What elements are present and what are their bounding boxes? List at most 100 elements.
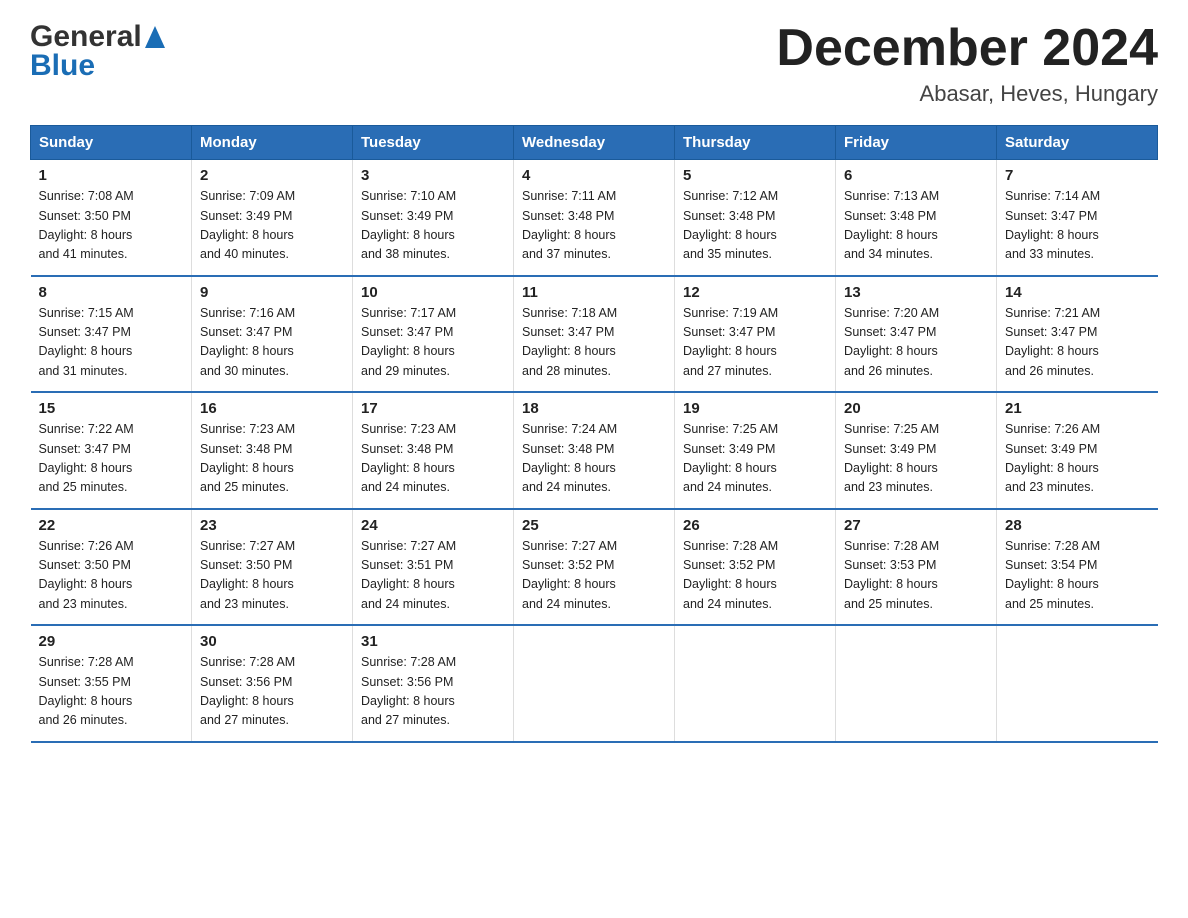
day-info: Sunrise: 7:15 AM Sunset: 3:47 PM Dayligh… <box>39 304 184 382</box>
day-info: Sunrise: 7:10 AM Sunset: 3:49 PM Dayligh… <box>361 187 505 265</box>
day-cell <box>675 625 836 742</box>
day-info: Sunrise: 7:25 AM Sunset: 3:49 PM Dayligh… <box>844 420 988 498</box>
day-number: 31 <box>361 633 505 650</box>
day-info: Sunrise: 7:16 AM Sunset: 3:47 PM Dayligh… <box>200 304 344 382</box>
day-cell: 22 Sunrise: 7:26 AM Sunset: 3:50 PM Dayl… <box>31 509 192 626</box>
day-info: Sunrise: 7:12 AM Sunset: 3:48 PM Dayligh… <box>683 187 827 265</box>
day-number: 26 <box>683 517 827 534</box>
day-info: Sunrise: 7:23 AM Sunset: 3:48 PM Dayligh… <box>200 420 344 498</box>
day-cell: 17 Sunrise: 7:23 AM Sunset: 3:48 PM Dayl… <box>353 392 514 509</box>
day-cell: 7 Sunrise: 7:14 AM Sunset: 3:47 PM Dayli… <box>997 160 1158 276</box>
day-number: 19 <box>683 400 827 417</box>
day-cell: 4 Sunrise: 7:11 AM Sunset: 3:48 PM Dayli… <box>514 160 675 276</box>
day-info: Sunrise: 7:24 AM Sunset: 3:48 PM Dayligh… <box>522 420 666 498</box>
day-cell: 31 Sunrise: 7:28 AM Sunset: 3:56 PM Dayl… <box>353 625 514 742</box>
week-row-4: 22 Sunrise: 7:26 AM Sunset: 3:50 PM Dayl… <box>31 509 1158 626</box>
day-info: Sunrise: 7:21 AM Sunset: 3:47 PM Dayligh… <box>1005 304 1150 382</box>
col-header-thursday: Thursday <box>675 126 836 160</box>
day-cell: 26 Sunrise: 7:28 AM Sunset: 3:52 PM Dayl… <box>675 509 836 626</box>
day-number: 17 <box>361 400 505 417</box>
day-number: 5 <box>683 167 827 184</box>
day-info: Sunrise: 7:28 AM Sunset: 3:56 PM Dayligh… <box>361 653 505 731</box>
day-cell: 13 Sunrise: 7:20 AM Sunset: 3:47 PM Dayl… <box>836 276 997 393</box>
day-cell: 30 Sunrise: 7:28 AM Sunset: 3:56 PM Dayl… <box>192 625 353 742</box>
day-cell: 12 Sunrise: 7:19 AM Sunset: 3:47 PM Dayl… <box>675 276 836 393</box>
logo-blue: Blue <box>30 49 165 82</box>
day-number: 15 <box>39 400 184 417</box>
col-header-tuesday: Tuesday <box>353 126 514 160</box>
day-number: 30 <box>200 633 344 650</box>
day-info: Sunrise: 7:25 AM Sunset: 3:49 PM Dayligh… <box>683 420 827 498</box>
calendar-table: SundayMondayTuesdayWednesdayThursdayFrid… <box>30 125 1158 743</box>
day-number: 21 <box>1005 400 1150 417</box>
col-header-sunday: Sunday <box>31 126 192 160</box>
day-info: Sunrise: 7:14 AM Sunset: 3:47 PM Dayligh… <box>1005 187 1150 265</box>
day-number: 6 <box>844 167 988 184</box>
day-cell <box>997 625 1158 742</box>
day-number: 22 <box>39 517 184 534</box>
day-info: Sunrise: 7:17 AM Sunset: 3:47 PM Dayligh… <box>361 304 505 382</box>
day-cell: 21 Sunrise: 7:26 AM Sunset: 3:49 PM Dayl… <box>997 392 1158 509</box>
week-row-3: 15 Sunrise: 7:22 AM Sunset: 3:47 PM Dayl… <box>31 392 1158 509</box>
column-headers: SundayMondayTuesdayWednesdayThursdayFrid… <box>31 126 1158 160</box>
day-number: 4 <box>522 167 666 184</box>
day-info: Sunrise: 7:28 AM Sunset: 3:53 PM Dayligh… <box>844 537 988 615</box>
week-row-5: 29 Sunrise: 7:28 AM Sunset: 3:55 PM Dayl… <box>31 625 1158 742</box>
day-info: Sunrise: 7:08 AM Sunset: 3:50 PM Dayligh… <box>39 187 184 265</box>
day-number: 1 <box>39 167 184 184</box>
day-number: 29 <box>39 633 184 650</box>
day-cell: 15 Sunrise: 7:22 AM Sunset: 3:47 PM Dayl… <box>31 392 192 509</box>
day-number: 10 <box>361 284 505 301</box>
day-info: Sunrise: 7:27 AM Sunset: 3:51 PM Dayligh… <box>361 537 505 615</box>
col-header-friday: Friday <box>836 126 997 160</box>
day-cell: 28 Sunrise: 7:28 AM Sunset: 3:54 PM Dayl… <box>997 509 1158 626</box>
day-number: 28 <box>1005 517 1150 534</box>
day-cell: 25 Sunrise: 7:27 AM Sunset: 3:52 PM Dayl… <box>514 509 675 626</box>
day-info: Sunrise: 7:27 AM Sunset: 3:50 PM Dayligh… <box>200 537 344 615</box>
day-info: Sunrise: 7:23 AM Sunset: 3:48 PM Dayligh… <box>361 420 505 498</box>
day-info: Sunrise: 7:20 AM Sunset: 3:47 PM Dayligh… <box>844 304 988 382</box>
logo: General Blue <box>30 20 165 82</box>
day-number: 11 <box>522 284 666 301</box>
day-info: Sunrise: 7:28 AM Sunset: 3:52 PM Dayligh… <box>683 537 827 615</box>
day-cell: 11 Sunrise: 7:18 AM Sunset: 3:47 PM Dayl… <box>514 276 675 393</box>
day-number: 3 <box>361 167 505 184</box>
day-number: 18 <box>522 400 666 417</box>
day-info: Sunrise: 7:09 AM Sunset: 3:49 PM Dayligh… <box>200 187 344 265</box>
day-cell: 27 Sunrise: 7:28 AM Sunset: 3:53 PM Dayl… <box>836 509 997 626</box>
day-cell: 10 Sunrise: 7:17 AM Sunset: 3:47 PM Dayl… <box>353 276 514 393</box>
day-number: 9 <box>200 284 344 301</box>
day-info: Sunrise: 7:28 AM Sunset: 3:55 PM Dayligh… <box>39 653 184 731</box>
day-number: 7 <box>1005 167 1150 184</box>
day-info: Sunrise: 7:26 AM Sunset: 3:50 PM Dayligh… <box>39 537 184 615</box>
day-cell: 29 Sunrise: 7:28 AM Sunset: 3:55 PM Dayl… <box>31 625 192 742</box>
day-cell: 2 Sunrise: 7:09 AM Sunset: 3:49 PM Dayli… <box>192 160 353 276</box>
day-cell: 19 Sunrise: 7:25 AM Sunset: 3:49 PM Dayl… <box>675 392 836 509</box>
day-number: 24 <box>361 517 505 534</box>
day-info: Sunrise: 7:28 AM Sunset: 3:54 PM Dayligh… <box>1005 537 1150 615</box>
day-number: 16 <box>200 400 344 417</box>
day-info: Sunrise: 7:22 AM Sunset: 3:47 PM Dayligh… <box>39 420 184 498</box>
day-number: 13 <box>844 284 988 301</box>
day-cell: 18 Sunrise: 7:24 AM Sunset: 3:48 PM Dayl… <box>514 392 675 509</box>
day-cell: 1 Sunrise: 7:08 AM Sunset: 3:50 PM Dayli… <box>31 160 192 276</box>
day-info: Sunrise: 7:13 AM Sunset: 3:48 PM Dayligh… <box>844 187 988 265</box>
day-cell: 24 Sunrise: 7:27 AM Sunset: 3:51 PM Dayl… <box>353 509 514 626</box>
day-cell: 3 Sunrise: 7:10 AM Sunset: 3:49 PM Dayli… <box>353 160 514 276</box>
day-number: 27 <box>844 517 988 534</box>
day-number: 12 <box>683 284 827 301</box>
day-cell: 6 Sunrise: 7:13 AM Sunset: 3:48 PM Dayli… <box>836 160 997 276</box>
logo-triangle-icon <box>145 26 165 48</box>
title-section: December 2024 Abasar, Heves, Hungary <box>776 20 1158 107</box>
week-row-2: 8 Sunrise: 7:15 AM Sunset: 3:47 PM Dayli… <box>31 276 1158 393</box>
day-cell: 5 Sunrise: 7:12 AM Sunset: 3:48 PM Dayli… <box>675 160 836 276</box>
day-cell: 16 Sunrise: 7:23 AM Sunset: 3:48 PM Dayl… <box>192 392 353 509</box>
day-cell <box>836 625 997 742</box>
day-cell: 23 Sunrise: 7:27 AM Sunset: 3:50 PM Dayl… <box>192 509 353 626</box>
day-cell: 8 Sunrise: 7:15 AM Sunset: 3:47 PM Dayli… <box>31 276 192 393</box>
col-header-wednesday: Wednesday <box>514 126 675 160</box>
day-info: Sunrise: 7:18 AM Sunset: 3:47 PM Dayligh… <box>522 304 666 382</box>
day-cell <box>514 625 675 742</box>
day-number: 25 <box>522 517 666 534</box>
page-header: General Blue December 2024 Abasar, Heves… <box>30 20 1158 107</box>
